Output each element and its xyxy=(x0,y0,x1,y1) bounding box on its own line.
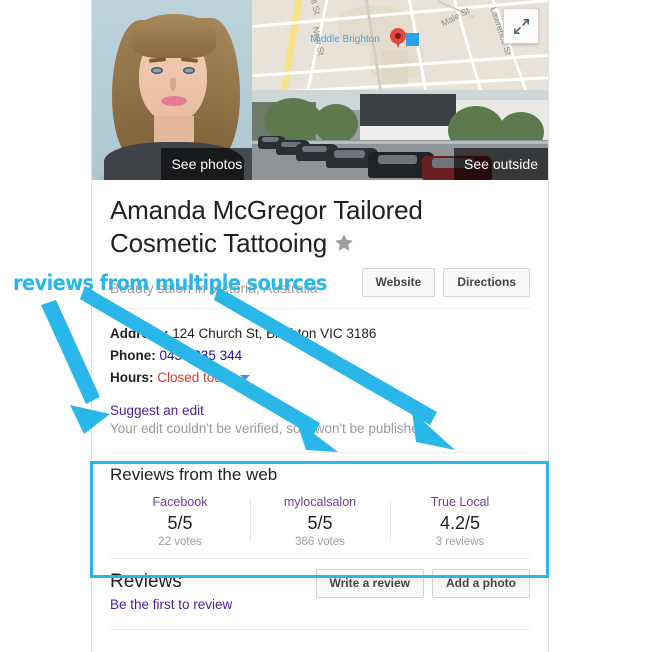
phone-value[interactable]: 0437 235 344 xyxy=(160,348,243,363)
be-the-first-to-review-link[interactable]: Be the first to review xyxy=(110,597,530,612)
review-source[interactable]: True Local 4.2/5 3 reviews xyxy=(390,495,530,548)
phone-row: Phone: 0437 235 344 xyxy=(110,345,530,367)
web-reviews-heading: Reviews from the web xyxy=(110,465,278,484)
web-reviews-sources: Facebook 5/5 22 votes mylocalsalon 5/5 3… xyxy=(110,489,530,558)
hours-label: Hours: xyxy=(110,370,154,385)
media-strip: See photos New St Male St Lawrence St ll… xyxy=(92,0,548,180)
business-name: Amanda McGregor Tailored Cosmetic Tattoo… xyxy=(110,195,423,258)
suggest-an-edit-link[interactable]: Suggest an edit xyxy=(110,403,204,418)
directions-button[interactable]: Directions xyxy=(443,268,530,297)
review-source[interactable]: mylocalsalon 5/5 386 votes xyxy=(250,495,390,548)
business-details: Address: 124 Church St, Brighton VIC 318… xyxy=(92,309,548,438)
streetview-thumbnail[interactable]: HALF MOON See outside xyxy=(252,90,548,180)
review-source-count: 3 reviews xyxy=(435,536,485,548)
add-a-photo-button[interactable]: Add a photo xyxy=(432,569,530,598)
map-pin-badge xyxy=(406,33,420,46)
review-source-name[interactable]: True Local xyxy=(390,495,530,509)
write-a-review-button[interactable]: Write a review xyxy=(315,569,425,598)
suggest-edit-block: Suggest an edit Your edit couldn't be ve… xyxy=(110,402,530,438)
map-thumbnail[interactable]: New St Male St Lawrence St Lower St ll S… xyxy=(252,0,548,90)
star-icon[interactable] xyxy=(333,229,355,262)
suggest-edit-note: Your edit couldn't be verified, so it wo… xyxy=(110,421,430,436)
address-row: Address: 124 Church St, Brighton VIC 318… xyxy=(110,323,530,345)
see-photos-caption[interactable]: See photos xyxy=(161,148,253,180)
review-source-score: 5/5 xyxy=(167,513,193,533)
map-street-label: ll St xyxy=(308,0,323,16)
hours-row[interactable]: Hours: Closed today xyxy=(110,367,530,389)
action-buttons: Website Directions xyxy=(361,268,530,297)
review-source-score: 4.2/5 xyxy=(439,513,481,533)
reviews-section: Reviews Be the first to review Write a r… xyxy=(110,558,530,630)
website-button[interactable]: Website xyxy=(361,268,436,297)
see-outside-caption[interactable]: See outside xyxy=(454,148,548,180)
reviews-from-the-web-section: Reviews from the web Facebook 5/5 22 vot… xyxy=(110,452,530,558)
review-source-count: 386 votes xyxy=(295,536,345,548)
divider xyxy=(110,308,530,309)
annotation-text: reviews from multiple sources xyxy=(13,271,327,295)
review-source-score: 5/5 xyxy=(307,513,333,533)
map-pin-icon xyxy=(390,28,407,48)
chevron-down-icon[interactable] xyxy=(240,375,251,380)
page-title: Amanda McGregor Tailored Cosmetic Tattoo… xyxy=(110,194,530,262)
address-label: Address: xyxy=(110,326,169,341)
knowledge-panel: See photos New St Male St Lawrence St ll… xyxy=(91,0,549,652)
reviews-action-buttons: Write a review Add a photo xyxy=(315,569,530,598)
address-value: 124 Church St, Brighton VIC 3186 xyxy=(172,326,377,341)
phone-label: Phone: xyxy=(110,348,156,363)
review-source-name[interactable]: mylocalsalon xyxy=(250,495,390,509)
map-and-streetview: New St Male St Lawrence St Lower St ll S… xyxy=(252,0,548,180)
review-source-count: 22 votes xyxy=(158,536,202,548)
hours-status: Closed today xyxy=(157,370,237,385)
divider xyxy=(110,629,530,630)
review-source-name[interactable]: Facebook xyxy=(110,495,250,509)
business-photo[interactable]: See photos xyxy=(92,0,253,180)
expand-icon[interactable] xyxy=(503,8,539,44)
review-source[interactable]: Facebook 5/5 22 votes xyxy=(110,495,250,548)
map-place-label: Middle Brighton xyxy=(310,34,380,45)
